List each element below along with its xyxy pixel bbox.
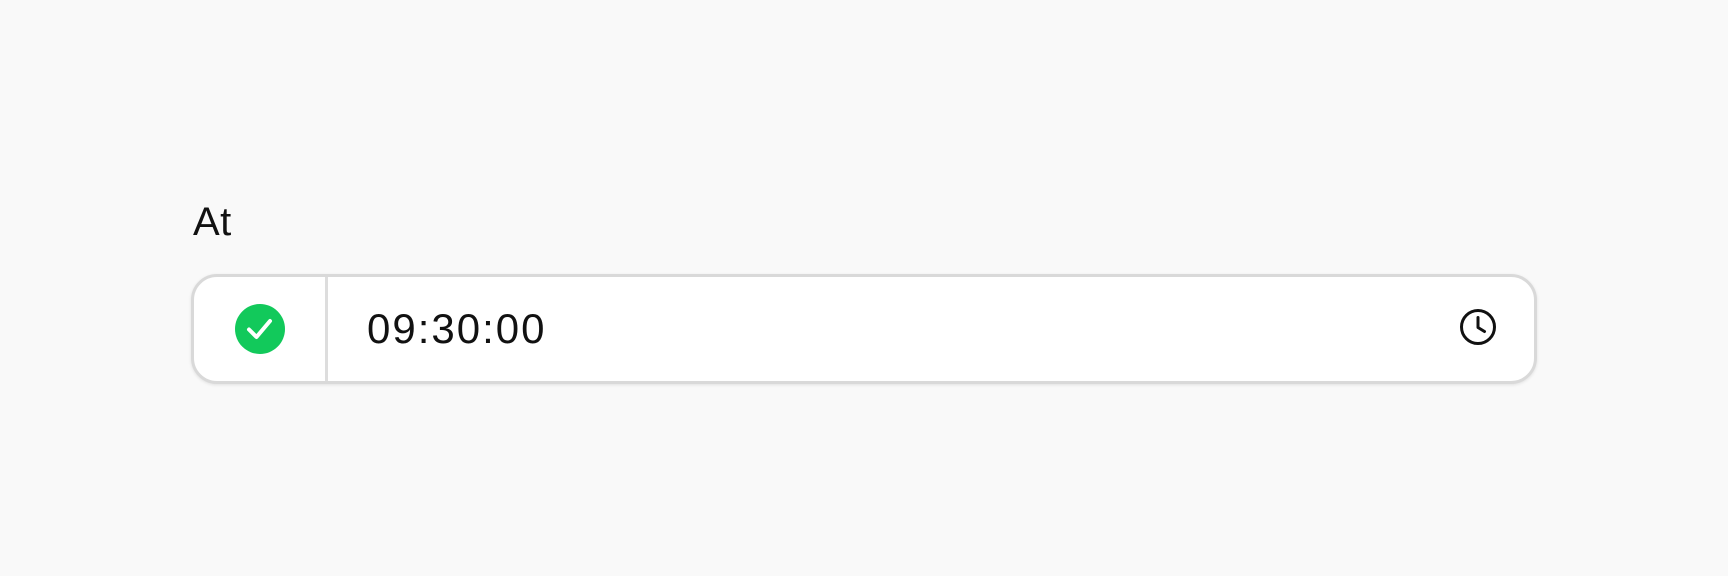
- time-input-container[interactable]: 09:30:00: [191, 274, 1537, 384]
- field-label: At: [193, 200, 232, 244]
- time-field-group: At 09:30:00: [191, 196, 1537, 384]
- status-indicator: [194, 277, 328, 381]
- clock-picker-button[interactable]: [1418, 277, 1534, 381]
- clock-icon: [1458, 307, 1498, 352]
- check-circle-icon: [234, 304, 285, 354]
- time-input[interactable]: 09:30:00: [328, 277, 1418, 381]
